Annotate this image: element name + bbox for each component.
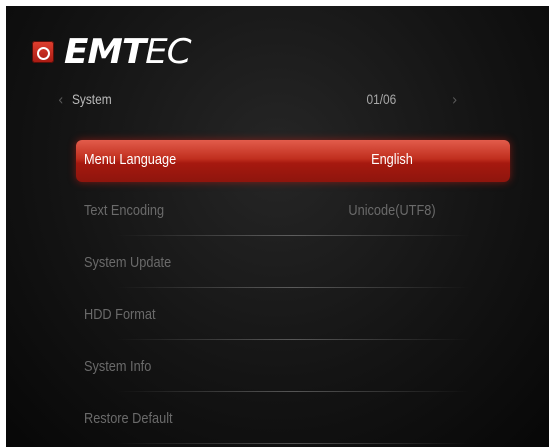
menu-item-value: English [371,151,413,168]
menu-item-restore-default[interactable]: Restore Default [76,396,510,447]
menu-item-label: Text Encoding [84,202,165,219]
brand-logo: EMTEC [32,32,192,72]
page-counter: 01/06 [366,91,397,107]
section-title: System [71,91,112,107]
divider [116,287,470,288]
divider [116,391,470,392]
menu-item-menu-language[interactable]: Menu Language English [76,140,510,182]
screen: EMTEC ‹ System 01/06 › Menu Language Eng… [6,6,549,447]
divider [116,443,470,444]
menu-item-system-update[interactable]: System Update [76,240,510,292]
section-header: ‹ System 01/06 › [58,88,458,110]
menu-item-hdd-format[interactable]: HDD Format [76,292,510,344]
brand-name-bold: EMT [64,32,146,72]
menu-item-label: HDD Format [84,306,156,323]
menu-item-label: Restore Default [84,410,173,427]
brand-wordmark: EMTEC [64,32,192,72]
menu-item-system-info[interactable]: System Info [76,344,510,396]
menu-item-label: System Update [84,254,172,271]
settings-menu: Menu Language English Text Encoding Unic… [76,140,510,447]
chevron-left-icon[interactable]: ‹ [58,90,63,109]
emtec-logo-icon [32,41,54,63]
menu-item-label: System Info [84,358,152,375]
menu-item-text-encoding[interactable]: Text Encoding Unicode(UTF8) [76,188,510,240]
menu-item-label: Menu Language [84,151,177,168]
divider [116,235,470,236]
menu-item-value: Unicode(UTF8) [348,202,436,219]
chevron-right-icon[interactable]: › [452,90,457,109]
divider [116,339,470,340]
brand-name-light: EC [145,32,191,72]
